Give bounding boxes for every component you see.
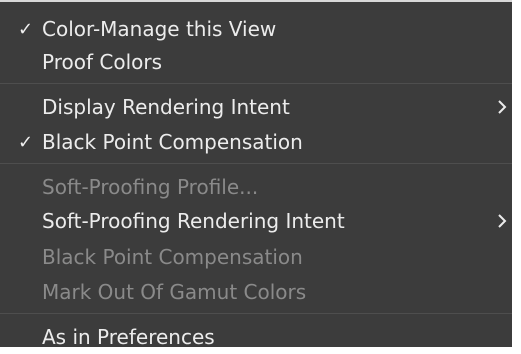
chevron-right-icon [498, 100, 507, 114]
menu-item-label: Display Rendering Intent [42, 95, 290, 119]
menu-item-label: As in Preferences [42, 325, 215, 349]
checkmark-icon: ✓ [18, 18, 34, 40]
menu-item-label: Proof Colors [42, 50, 162, 74]
menu-item-proof-colors[interactable]: Proof Colors [0, 45, 512, 79]
menu-item-label: Soft-Proofing Rendering Intent [42, 209, 345, 233]
menu-item-label: Soft-Proofing Profile... [42, 175, 259, 199]
checkmark-icon: ✓ [18, 131, 34, 153]
menu-item-display-rendering-intent[interactable]: Display Rendering Intent [0, 90, 512, 124]
menu-item-label: Black Point Compensation [42, 130, 303, 154]
menu-separator [0, 83, 512, 84]
menu-item-label: Color-Manage this View [42, 17, 277, 41]
menu-item-mark-out-of-gamut-colors: Mark Out Of Gamut Colors [0, 275, 512, 309]
menu-item-soft-proofing-rendering-intent[interactable]: Soft-Proofing Rendering Intent [0, 204, 512, 238]
menu-separator [0, 313, 512, 314]
menu-separator [0, 163, 512, 164]
chevron-right-icon [498, 214, 507, 228]
color-management-menu: ✓ Color-Manage this View Proof Colors Di… [0, 0, 512, 349]
menu-item-label: Black Point Compensation [42, 245, 303, 269]
menu-item-black-point-compensation[interactable]: ✓ Black Point Compensation [0, 125, 512, 159]
menu-item-soft-proofing-profile: Soft-Proofing Profile... [0, 170, 512, 204]
menu-item-soft-proofing-black-point-compensation: Black Point Compensation [0, 240, 512, 274]
background-edge [512, 0, 521, 347]
menu-item-as-in-preferences[interactable]: As in Preferences [0, 320, 512, 354]
menu-item-label: Mark Out Of Gamut Colors [42, 280, 307, 304]
menu-item-color-manage-view[interactable]: ✓ Color-Manage this View [0, 12, 512, 46]
